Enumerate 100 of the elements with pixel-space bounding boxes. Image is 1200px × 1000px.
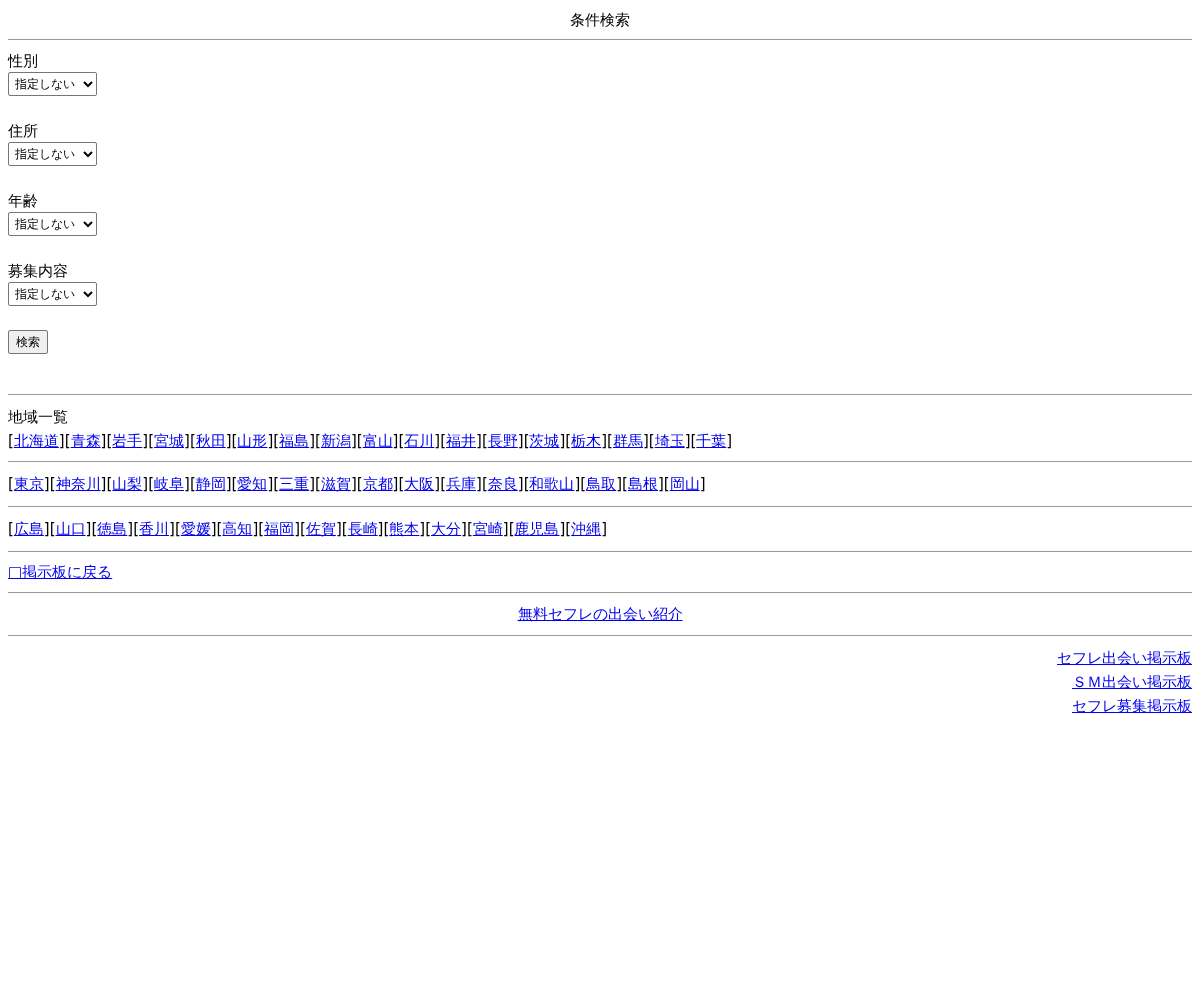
region-link[interactable]: 栃木	[571, 432, 602, 450]
bracket: [	[580, 475, 587, 493]
bracket: ]	[476, 475, 482, 493]
region-link[interactable]: 千葉	[696, 432, 727, 450]
region-link[interactable]: 山口	[55, 520, 86, 538]
region-link[interactable]: 北海道	[13, 432, 59, 450]
bracket: [	[49, 475, 56, 493]
back-link[interactable]: □掲示板に戻る	[8, 563, 113, 581]
region-link[interactable]: 徳島	[97, 520, 128, 538]
bracket: [	[356, 475, 363, 493]
region-link[interactable]: 熊本	[389, 520, 420, 538]
region-link[interactable]: 宮城	[154, 432, 184, 450]
promo-link[interactable]: 無料セフレの出会い紹介	[517, 605, 683, 623]
region-link[interactable]: 岐阜	[154, 475, 184, 493]
bracket: [	[523, 432, 530, 450]
region-link[interactable]: 香川	[139, 520, 169, 538]
region-link[interactable]: 東京	[13, 475, 44, 493]
region-link[interactable]: 福島	[279, 432, 310, 450]
bracket: ]	[184, 432, 190, 450]
bracket: ]	[350, 475, 357, 493]
region-link[interactable]: 石川	[404, 432, 435, 450]
bracket: ]	[100, 475, 107, 493]
bracket: [	[622, 475, 628, 493]
bracket: ]	[642, 432, 649, 450]
search-button[interactable]: 検索	[8, 330, 48, 354]
region-link[interactable]: 沖縄	[571, 520, 602, 538]
dropdown[interactable]: 指定しない	[8, 282, 97, 306]
region-link[interactable]: 鳥取	[586, 475, 617, 493]
bracket: ]	[684, 432, 691, 450]
bracket: [	[231, 475, 238, 493]
dropdown[interactable]: 指定しない	[8, 142, 97, 166]
bracket: [	[481, 432, 488, 450]
region-link[interactable]: 長崎	[347, 520, 378, 538]
region-link[interactable]: 福井	[446, 432, 477, 450]
region-link[interactable]: 群馬	[612, 432, 643, 450]
bracket: [	[508, 520, 515, 538]
region-link[interactable]: 和歌山	[529, 475, 575, 493]
filter-label: 性別	[8, 51, 38, 72]
bracket: ]	[309, 475, 316, 493]
region-link[interactable]: 宮崎	[472, 520, 503, 538]
region-link[interactable]: 富山	[362, 432, 393, 450]
bracket: [	[481, 475, 488, 493]
bracket: ]	[601, 520, 608, 538]
bracket: [	[565, 432, 572, 450]
region-link[interactable]: 佐賀	[305, 520, 336, 538]
bracket: ]	[616, 475, 623, 493]
region-link[interactable]: 鹿児島	[514, 520, 560, 538]
bracket: ]	[350, 432, 357, 450]
region-link[interactable]: 愛媛	[180, 520, 211, 538]
footer-link[interactable]: セフレ出会い掲示板	[1057, 646, 1192, 670]
region-link[interactable]: 京都	[362, 475, 393, 493]
dropdown[interactable]: 指定しない	[8, 212, 97, 236]
bracket: ]	[142, 432, 149, 450]
region-link[interactable]: 茨城	[529, 432, 560, 450]
bracket: ]	[574, 475, 581, 493]
region-link[interactable]: 神奈川	[55, 475, 101, 493]
bracket: ]	[392, 432, 399, 450]
bracket: ]	[127, 520, 134, 538]
region-link[interactable]: 奈良	[487, 475, 518, 493]
bracket: ]	[43, 520, 50, 538]
region-link[interactable]: 大分	[431, 520, 462, 538]
region-link[interactable]: 秋田	[195, 432, 226, 450]
region-link[interactable]: 三重	[279, 475, 310, 493]
region-link[interactable]: 山梨	[112, 475, 143, 493]
region-link[interactable]: 福岡	[264, 520, 295, 538]
bracket: ]	[169, 520, 175, 538]
bracket: ]	[100, 432, 107, 450]
region-link[interactable]: 高知	[222, 520, 253, 538]
dropdown[interactable]: 指定しない	[8, 72, 97, 96]
region-link[interactable]: 愛知	[237, 475, 268, 493]
bracket: ]	[502, 520, 509, 538]
bracket: [	[398, 432, 405, 450]
bracket: ]	[335, 520, 342, 538]
bracket: [	[690, 432, 697, 450]
footer-link[interactable]: セフレ募集掲示板	[1072, 694, 1192, 718]
bracket: ]	[461, 520, 467, 538]
region-link[interactable]: 兵庫	[446, 475, 477, 493]
footer-link[interactable]: ＳＭ出会い掲示板	[1072, 670, 1192, 694]
bracket: [	[8, 520, 14, 538]
bracket: ]	[434, 432, 441, 450]
bracket: ]	[377, 520, 384, 538]
region-link[interactable]: 静岡	[195, 475, 226, 493]
bracket: [	[356, 432, 363, 450]
region-link[interactable]: 大阪	[404, 475, 435, 493]
region-link[interactable]: 長野	[487, 432, 518, 450]
region-link[interactable]: 滋賀	[320, 475, 351, 493]
region-link[interactable]: 山形	[237, 432, 268, 450]
region-link[interactable]: 岩手	[112, 432, 143, 450]
bracket: ]	[657, 475, 664, 493]
region-link[interactable]: 岡山	[669, 475, 700, 493]
region-link[interactable]: 新潟	[320, 432, 351, 450]
region-link[interactable]: 島根	[627, 475, 658, 493]
bracket: [	[106, 432, 113, 450]
bracket: ]	[476, 432, 482, 450]
region-link[interactable]: 広島	[13, 520, 44, 538]
region-link[interactable]: 埼玉	[654, 432, 685, 450]
section-heading: 地域一覧	[8, 408, 68, 426]
bracket: [	[273, 432, 280, 450]
bracket: ]	[699, 475, 706, 493]
region-link[interactable]: 青森	[70, 432, 101, 450]
